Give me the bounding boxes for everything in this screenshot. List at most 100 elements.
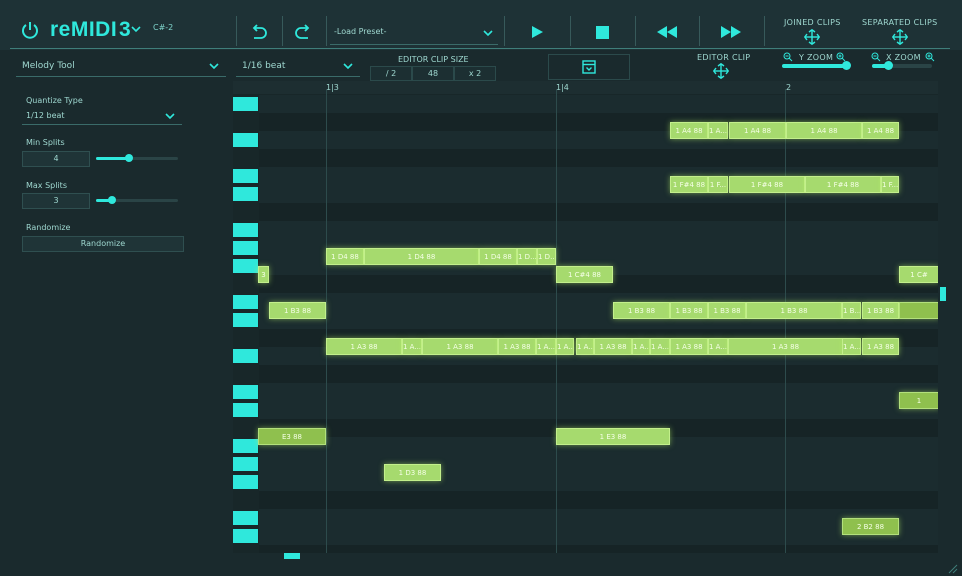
piano-key[interactable] [233,133,258,147]
max-splits-slider-handle[interactable] [108,196,116,204]
note-clip[interactable]: 1 A3 88 [728,338,843,355]
version-chevron-down-icon[interactable] [130,23,142,35]
preset-dropdown[interactable]: -Load Preset- [330,22,498,45]
note-clip[interactable]: 1 B3 88 [613,302,670,319]
note-lane[interactable] [259,455,938,473]
note-clip[interactable]: 1 A... [708,122,728,139]
note-clip[interactable]: 1 A4 88 [729,122,786,139]
note-clip[interactable]: 1 A3 88 [422,338,498,355]
zoom-in-icon[interactable] [925,52,935,62]
piano-key[interactable] [233,403,258,417]
piano-key[interactable] [233,313,258,327]
separated-clips-move-icon[interactable] [892,29,908,45]
note-clip[interactable]: 1 C# [899,266,938,283]
y-zoom-slider[interactable] [782,64,848,68]
editor-clip-move-icon[interactable] [713,63,729,79]
note-lane[interactable] [259,401,938,419]
note-clip[interactable] [899,302,938,319]
note-lane[interactable] [259,203,938,221]
stop-button[interactable] [572,17,632,47]
piano-key[interactable] [233,385,258,399]
fast-forward-button[interactable] [701,17,761,47]
note-clip[interactable]: 1 F... [708,176,728,193]
piano-key[interactable] [233,349,258,363]
y-zoom-slider-handle[interactable] [842,61,851,70]
clip-size-halve-button[interactable]: / 2 [370,66,412,81]
piano-key[interactable] [233,475,258,489]
note-clip[interactable]: 3 [258,266,269,283]
note-clip[interactable]: 1 F#4 88 [670,176,708,193]
clip-size-double-button[interactable]: x 2 [454,66,496,81]
quantize-type-dropdown[interactable]: 1/12 beat [22,108,182,125]
x-zoom-slider-handle[interactable] [884,61,893,70]
note-lane[interactable] [259,491,938,509]
horizontal-scrollbar-thumb[interactable] [284,553,300,559]
note-clip[interactable]: 1 A... [402,338,422,355]
note-clip[interactable]: 1 F#4 88 [805,176,881,193]
zoom-out-icon[interactable] [871,52,881,62]
piano-key[interactable] [233,439,258,453]
note-clip[interactable]: 1 D4 88 [479,248,517,265]
tool-dropdown[interactable]: Melody Tool [16,56,226,77]
note-clip[interactable]: 1 D4 88 [326,248,364,265]
note-clip[interactable]: 1 A3 88 [594,338,632,355]
redo-button[interactable] [283,17,323,47]
note-clip[interactable]: 1 B3 88 [746,302,842,319]
note-clip[interactable]: 1 B3 88 [862,302,899,319]
beat-dropdown[interactable]: 1/16 beat [236,56,360,77]
note-clip[interactable]: 1 A... [708,338,728,355]
note-clip[interactable]: 1 B... [842,302,861,319]
piano-key[interactable] [233,187,258,201]
clip-size-value[interactable]: 48 [412,66,454,81]
editor-clip-export-button[interactable] [548,54,630,80]
note-clip[interactable]: 1 A4 88 [670,122,708,139]
piano-key[interactable] [233,529,258,543]
piano-key[interactable] [233,241,258,255]
note-clip[interactable]: 1 A3 88 [670,338,708,355]
note-clip[interactable]: 1 D4 88 [364,248,479,265]
note-clip[interactable]: 1 A... [632,338,650,355]
note-clip[interactable]: 2 B2 88 [842,518,899,535]
note-lane[interactable] [259,527,938,545]
min-splits-slider-handle[interactable] [125,154,133,162]
note-lane[interactable] [259,473,938,491]
note-lane[interactable] [259,221,938,239]
play-button[interactable] [507,17,567,47]
piano-key[interactable] [233,457,258,471]
note-lane[interactable] [259,545,938,553]
note-clip[interactable]: 1 D... [537,248,556,265]
piano-key[interactable] [233,295,258,309]
note-clip[interactable]: 1 A... [576,338,594,355]
note-clip[interactable]: 1 E3 88 [556,428,670,445]
note-clip[interactable]: 1 A... [842,338,861,355]
randomize-button[interactable]: Randomize [22,236,184,252]
timeline-ruler[interactable]: 1|3 1|4 2 [233,81,938,94]
note-clip[interactable]: 1 A3 88 [326,338,402,355]
note-clip[interactable]: 1 B3 88 [670,302,708,319]
piano-key[interactable] [233,511,258,525]
note-lane[interactable] [259,149,938,167]
note-lane[interactable] [259,95,938,113]
undo-button[interactable] [239,17,279,47]
joined-clips-move-icon[interactable] [804,29,820,45]
vertical-scrollbar-thumb[interactable] [940,287,946,301]
max-splits-input[interactable]: 3 [22,193,90,209]
note-lane[interactable] [259,383,938,401]
note-clip[interactable]: 1 C#4 88 [556,266,613,283]
note-clip[interactable]: 1 [899,392,938,409]
note-clip[interactable]: 1 D3 88 [384,464,441,481]
note-clip[interactable]: 1 B3 88 [708,302,746,319]
piano-key[interactable] [233,223,258,237]
note-clip[interactable]: 1 A4 88 [862,122,899,139]
piano-key[interactable] [233,97,258,111]
piano-key[interactable] [233,169,258,183]
piano-key[interactable] [233,259,258,273]
note-clip[interactable]: 1 A3 88 [862,338,899,355]
zoom-out-icon[interactable] [783,52,793,62]
note-lane[interactable] [259,509,938,527]
min-splits-input[interactable]: 4 [22,151,90,167]
note-clip[interactable]: 1 B3 88 [269,302,326,319]
piano-roll[interactable]: 1|3 1|4 2 1 A4 88 1 A... 1 A4 88 1 A4 88 1 A… [233,81,938,553]
note-clip[interactable]: 1 A4 88 [786,122,862,139]
note-clip[interactable]: 1 A... [556,338,574,355]
